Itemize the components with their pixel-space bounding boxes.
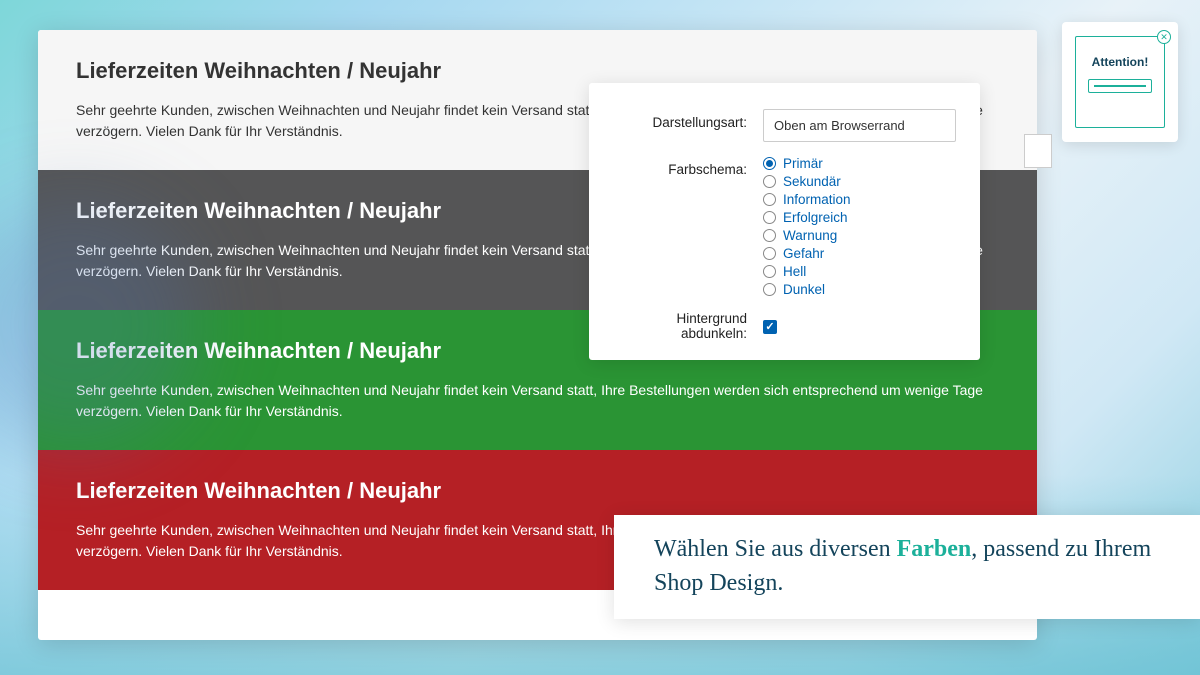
darken-label: Hintergrund abdunkeln: xyxy=(613,311,763,341)
darken-checkbox[interactable]: ✓ xyxy=(763,320,777,334)
display-mode-label: Darstellungsart: xyxy=(613,109,763,130)
banner-title: Lieferzeiten Weihnachten / Neujahr xyxy=(76,58,1002,84)
radio-icon xyxy=(763,157,776,170)
radio-icon xyxy=(763,247,776,260)
close-icon[interactable]: ✕ xyxy=(1157,30,1171,44)
radio-icon xyxy=(763,193,776,206)
radio-label: Information xyxy=(783,192,851,207)
radio-icon xyxy=(763,211,776,224)
radio-icon xyxy=(763,229,776,242)
radio-label: Warnung xyxy=(783,228,837,243)
radio-label: Primär xyxy=(783,156,823,171)
color-scheme-options: Primär Sekundär Information Erfolgreich … xyxy=(763,156,956,297)
tagline-card: Wählen Sie aus diversen Farben, passend … xyxy=(614,515,1200,619)
radio-label: Sekundär xyxy=(783,174,841,189)
side-box xyxy=(1024,134,1052,168)
radio-success[interactable]: Erfolgreich xyxy=(763,210,956,225)
radio-light[interactable]: Hell xyxy=(763,264,956,279)
attention-card: ✕ Attention! xyxy=(1062,22,1178,142)
radio-label: Dunkel xyxy=(783,282,825,297)
darken-row: Hintergrund abdunkeln: ✓ xyxy=(613,311,956,341)
attention-title: Attention! xyxy=(1092,55,1149,69)
display-mode-row: Darstellungsart: Oben am Browserrand xyxy=(613,109,956,142)
radio-icon xyxy=(763,283,776,296)
display-mode-select[interactable]: Oben am Browserrand xyxy=(763,109,956,142)
radio-warning[interactable]: Warnung xyxy=(763,228,956,243)
radio-icon xyxy=(763,265,776,278)
attention-bar-icon xyxy=(1088,79,1152,93)
radio-danger[interactable]: Gefahr xyxy=(763,246,956,261)
radio-primary[interactable]: Primär xyxy=(763,156,956,171)
attention-inner: ✕ Attention! xyxy=(1075,36,1165,128)
tagline-accent: Farben xyxy=(897,536,972,562)
banner-title: Lieferzeiten Weihnachten / Neujahr xyxy=(76,478,1002,504)
settings-panel: Darstellungsart: Oben am Browserrand Far… xyxy=(589,83,980,360)
radio-label: Erfolgreich xyxy=(783,210,848,225)
color-scheme-row: Farbschema: Primär Sekundär Information … xyxy=(613,156,956,297)
radio-icon xyxy=(763,175,776,188)
radio-label: Gefahr xyxy=(783,246,824,261)
color-scheme-label: Farbschema: xyxy=(613,156,763,177)
radio-dark[interactable]: Dunkel xyxy=(763,282,956,297)
banner-body: Sehr geehrte Kunden, zwischen Weihnachte… xyxy=(76,380,1002,422)
tagline-text: Wählen Sie aus diversen Farben, passend … xyxy=(654,533,1200,600)
radio-information[interactable]: Information xyxy=(763,192,956,207)
radio-secondary[interactable]: Sekundär xyxy=(763,174,956,189)
radio-label: Hell xyxy=(783,264,806,279)
